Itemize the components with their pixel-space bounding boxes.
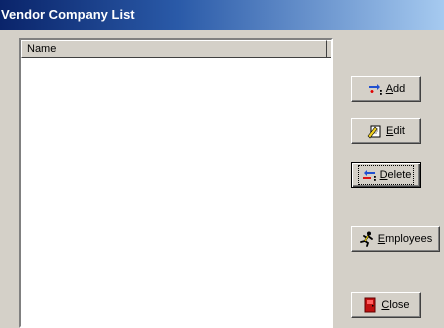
edit-document-icon <box>367 125 381 139</box>
delete-button[interactable]: Delete <box>351 162 421 188</box>
delete-button-focus: Delete <box>357 165 415 185</box>
column-header-label: Name <box>27 43 57 55</box>
close-button-label: Close <box>381 299 410 311</box>
add-button[interactable]: Add <box>351 76 421 102</box>
running-person-icon <box>359 231 373 247</box>
add-button-label: Add <box>385 83 406 95</box>
exit-door-icon <box>364 297 376 313</box>
edit-button-label: Edit <box>386 125 405 137</box>
close-button[interactable]: Close <box>351 292 421 318</box>
delete-button-label: Delete <box>379 169 412 181</box>
window-title: Vendor Company List <box>1 7 135 22</box>
delete-record-icon <box>362 170 376 181</box>
window-titlebar: Vendor Company List <box>0 0 444 30</box>
vendor-list[interactable]: Name <box>19 38 333 328</box>
column-header-name[interactable]: Name <box>21 40 327 58</box>
employees-button-label: Employees <box>377 233 433 245</box>
add-record-icon <box>368 84 382 95</box>
edit-button[interactable]: Edit <box>351 118 421 144</box>
column-header-filler <box>327 40 331 58</box>
employees-button[interactable]: Employees <box>351 226 440 252</box>
